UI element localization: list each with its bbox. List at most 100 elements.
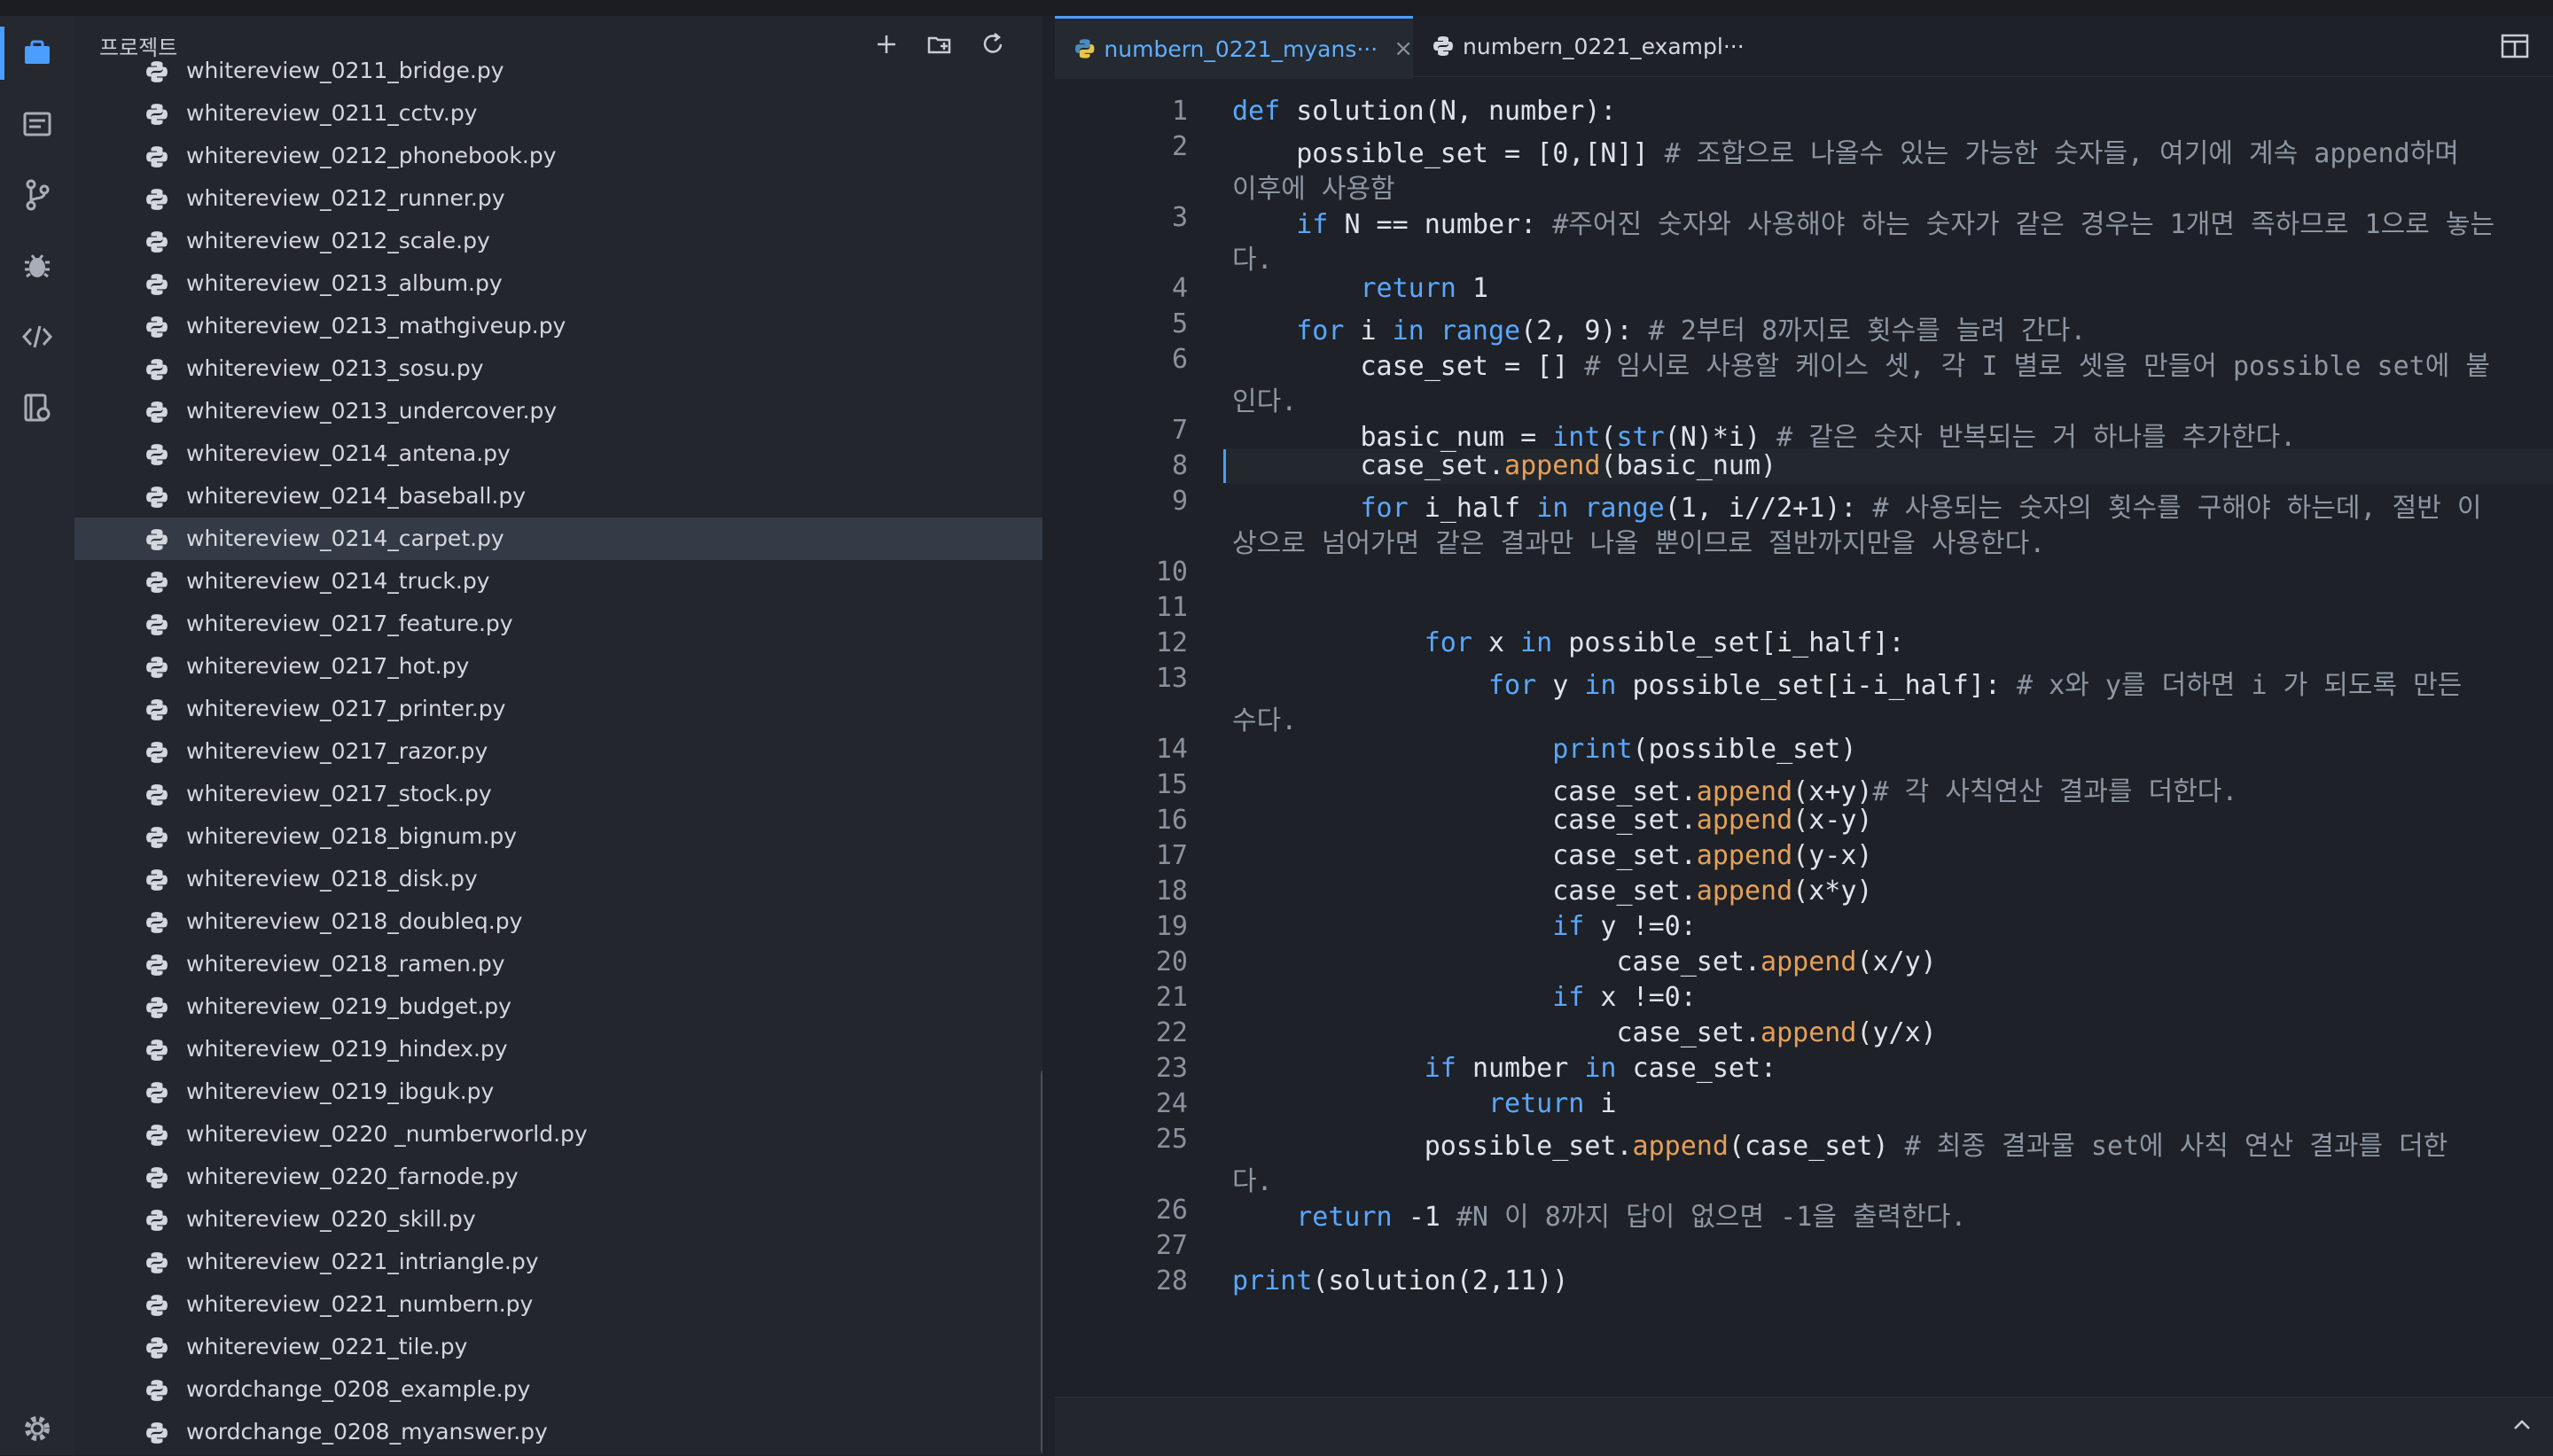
code-token: solution(N, number):	[1296, 96, 1617, 127]
line-number: 6	[1171, 344, 1188, 375]
code-line[interactable]: case_set.append(x-y)	[1232, 805, 2544, 836]
file-tree-item[interactable]: whitereview_0211_bridge.py	[74, 50, 1042, 92]
code-line[interactable]: case_set.append(x/y)	[1232, 946, 2544, 977]
code-line[interactable]: case_set.append(x+y)# 각 사칙연산 결과를 더한다.	[1232, 769, 2544, 808]
snippets-icon[interactable]	[16, 386, 59, 429]
code-line[interactable]: return 1	[1232, 273, 2544, 304]
file-name: whitereview_0213_mathgiveup.py	[186, 313, 566, 339]
file-tree-item[interactable]: whitereview_0220_skill.py	[74, 1198, 1042, 1241]
file-tree-item[interactable]: whitereview_0213_album.py	[74, 262, 1042, 305]
line-number: 10	[1155, 557, 1188, 588]
code-line[interactable]: for x in possible_set[i_half]:	[1232, 627, 2544, 658]
file-tree-item[interactable]: whitereview_0218_disk.py	[74, 858, 1042, 900]
code-line[interactable]: for y in possible_set[i-i_half]: # x와 y를…	[1232, 663, 2544, 702]
file-tree-item[interactable]: whitereview_0219_hindex.py	[74, 1028, 1042, 1071]
line-number: 18	[1155, 876, 1188, 907]
chevron-up-icon[interactable]	[2509, 1412, 2535, 1438]
code-line[interactable]: if y !=0:	[1232, 911, 2544, 942]
code-line[interactable]: possible_set.append(case_set) # 최종 결과물 s…	[1232, 1124, 2544, 1163]
file-tree-item[interactable]: whitereview_0214_baseball.py	[74, 475, 1042, 518]
file-tree-item[interactable]: whitereview_0211_cctv.py	[74, 92, 1042, 135]
code-token: 다.	[1232, 245, 1273, 276]
line-number: 4	[1171, 273, 1188, 304]
file-tree-item[interactable]: whitereview_0221_tile.py	[74, 1326, 1042, 1368]
python-file-icon	[146, 316, 168, 338]
code-token: i_half	[1424, 493, 1537, 524]
code-line[interactable]: case_set.append(y-x)	[1232, 840, 2544, 871]
file-tree-item[interactable]: whitereview_0217_razor.py	[74, 730, 1042, 773]
settings-icon[interactable]	[16, 1407, 59, 1450]
code-area[interactable]: 1 def solution(N, number): 2 possible_set …	[1055, 76, 2553, 1397]
code-icon[interactable]	[16, 315, 59, 358]
tab-numbern-example[interactable]: numbern_0221_exampl···	[1413, 16, 1776, 76]
code-line[interactable]: for i in range(2, 9): # 2부터 8까지로 횟수를 늘려 …	[1232, 308, 2544, 347]
code-line[interactable]: def solution(N, number):	[1232, 96, 2544, 127]
code-line[interactable]: basic_num = int(str(N)*i) # 같은 숫자 반복되는 거…	[1232, 415, 2544, 454]
code-line[interactable]: case_set.append(basic_num)	[1232, 450, 2544, 481]
code-line-wrap[interactable]: 수다.	[1232, 698, 2544, 737]
git-branch-icon[interactable]	[16, 174, 59, 216]
code-token: (1, i//2+1):	[1664, 493, 1873, 524]
close-icon[interactable]: ×	[1394, 35, 1413, 62]
code-line-wrap[interactable]: 상으로 넘어가면 같은 결과만 나올 뿐이므로 절반까지만을 사용한다.	[1232, 521, 2544, 560]
code-line[interactable]: return i	[1232, 1088, 2544, 1119]
document-icon[interactable]	[16, 103, 59, 145]
file-name: whitereview_0214_truck.py	[186, 568, 490, 594]
file-tree-item[interactable]: wordchange_0208_myanswer.py	[74, 1411, 1042, 1453]
line-number: 25	[1155, 1124, 1188, 1155]
file-tree-item[interactable]: whitereview_0218_bignum.py	[74, 815, 1042, 858]
code-line-wrap[interactable]: 다.	[1232, 1159, 2544, 1198]
file-tree-item[interactable]: whitereview_0218_doubleq.py	[74, 900, 1042, 943]
file-tree-item[interactable]: whitereview_0220_farnode.py	[74, 1156, 1042, 1198]
code-line[interactable]: possible_set = [0,[N]] # 조합으로 나올수 있는 가능한…	[1232, 131, 2544, 170]
code-line-wrap[interactable]: 이후에 사용함	[1232, 167, 2544, 206]
file-tree-item[interactable]: whitereview_0212_runner.py	[74, 177, 1042, 220]
file-tree-item[interactable]: wordchange_0208_example.py	[74, 1368, 1042, 1411]
line-number: 24	[1155, 1088, 1188, 1119]
code-line-wrap[interactable]: 인다.	[1232, 379, 2544, 418]
code-token: case_set.	[1232, 946, 1761, 977]
code-line[interactable]: print(solution(2,11))	[1232, 1265, 2544, 1296]
file-tree-item[interactable]: whitereview_0221_numbern.py	[74, 1283, 1042, 1326]
code-line[interactable]: print(possible_set)	[1232, 734, 2544, 765]
debug-bug-icon[interactable]	[16, 245, 59, 287]
file-tree-item[interactable]: whitereview_0214_antena.py	[74, 432, 1042, 475]
code-line[interactable]: for i_half in range(1, i//2+1): # 사용되는 숫…	[1232, 486, 2544, 525]
split-editor-icon[interactable]	[2500, 32, 2530, 60]
code-token: 1	[1472, 273, 1488, 304]
file-tree-item[interactable]: whitereview_0219_budget.py	[74, 985, 1042, 1028]
file-tree-item[interactable]: whitereview_0217_printer.py	[74, 688, 1042, 730]
projects-icon[interactable]	[0, 27, 59, 80]
code-token: def	[1232, 96, 1297, 127]
file-tree-item[interactable]: whitereview_0217_feature.py	[74, 603, 1042, 645]
file-tree-item[interactable]: whitereview_0221_intriangle.py	[74, 1241, 1042, 1283]
code-line[interactable]: case_set.append(y/x)	[1232, 1017, 2544, 1048]
tab-numbern-myanswer[interactable]: numbern_0221_myans··· ×	[1055, 16, 1413, 79]
code-line[interactable]: return -1 #N 이 8까지 답이 없으면 -1을 출력한다.	[1232, 1195, 2544, 1234]
code-line-wrap[interactable]: 다.	[1232, 237, 2544, 276]
code-line[interactable]: case_set.append(x*y)	[1232, 876, 2544, 907]
code-token: for	[1232, 315, 1361, 346]
file-tree-item[interactable]: whitereview_0212_scale.py	[74, 220, 1042, 262]
file-tree-item[interactable]: whitereview_0213_sosu.py	[74, 347, 1042, 390]
code-line[interactable]: if x !=0:	[1232, 982, 2544, 1013]
code-line[interactable]: case_set = [] # 임시로 사용할 케이스 셋, 각 I 별로 셋을…	[1232, 344, 2544, 383]
file-name: whitereview_0220_skill.py	[186, 1206, 476, 1232]
file-tree-item[interactable]: whitereview_0214_carpet.py	[74, 518, 1042, 560]
file-tree-item[interactable]: whitereview_0220 _numberworld.py	[74, 1113, 1042, 1156]
code-token: 수다.	[1232, 705, 1298, 736]
code-token: (x*y)	[1792, 876, 1873, 907]
code-line[interactable]: if N == number: #주어진 숫자와 사용해야 하는 숫자가 같은 …	[1232, 202, 2544, 241]
file-tree-item[interactable]: whitereview_0213_undercover.py	[74, 390, 1042, 432]
file-tree-item[interactable]: whitereview_0217_stock.py	[74, 773, 1042, 815]
file-tree-item[interactable]: whitereview_0217_hot.py	[74, 645, 1042, 688]
file-tree-item[interactable]: whitereview_0218_ramen.py	[74, 943, 1042, 985]
line-number: 11	[1155, 592, 1188, 623]
file-tree-item[interactable]: whitereview_0219_ibguk.py	[74, 1071, 1042, 1113]
sidebar-scrollbar[interactable]	[1041, 1069, 1042, 1455]
file-tree-item[interactable]: whitereview_0213_mathgiveup.py	[74, 305, 1042, 347]
file-tree-item[interactable]: whitereview_0212_phonebook.py	[74, 135, 1042, 177]
code-line[interactable]: if number in case_set:	[1232, 1053, 2544, 1084]
file-tree-item[interactable]: whitereview_0214_truck.py	[74, 560, 1042, 603]
file-name: wordchange_0208_example.py	[186, 1376, 531, 1402]
